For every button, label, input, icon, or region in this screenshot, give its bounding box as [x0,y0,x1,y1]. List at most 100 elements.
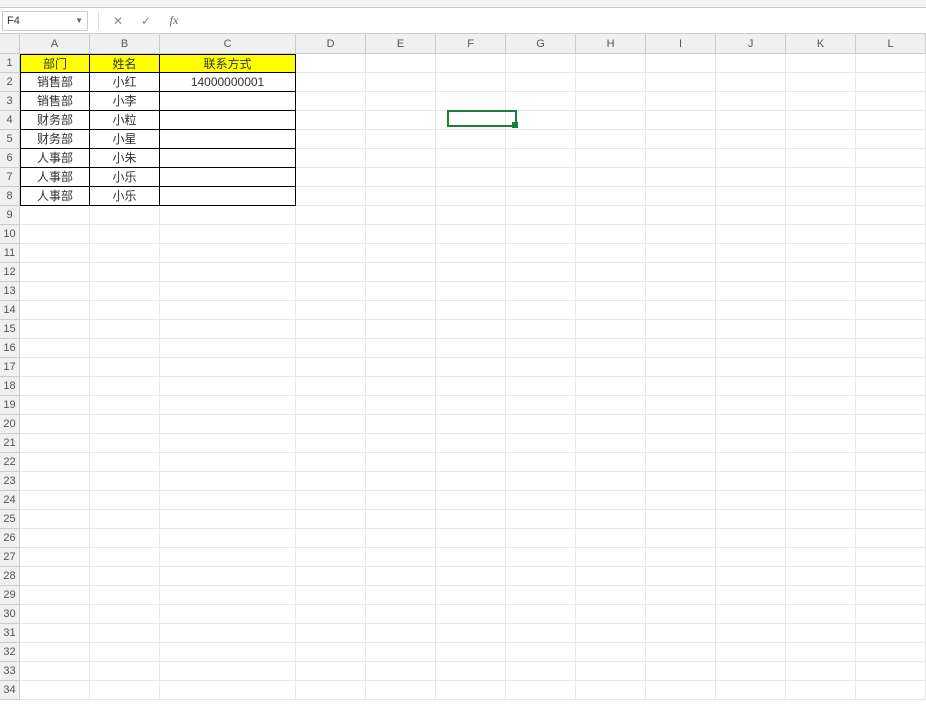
cell[interactable] [90,567,160,586]
cell[interactable] [716,548,786,567]
cell[interactable] [576,434,646,453]
cell[interactable] [856,567,926,586]
cell[interactable] [856,282,926,301]
cell[interactable] [436,548,506,567]
cell[interactable] [646,548,716,567]
row-header-26[interactable]: 26 [0,529,20,548]
cell[interactable] [296,92,366,111]
cell[interactable] [296,187,366,206]
cell[interactable] [856,168,926,187]
cell[interactable] [366,168,436,187]
cell[interactable] [366,54,436,73]
cell[interactable] [160,358,296,377]
cell[interactable] [506,206,576,225]
cell[interactable] [90,206,160,225]
cell[interactable] [786,624,856,643]
cell[interactable] [296,339,366,358]
cell[interactable] [366,491,436,510]
cell[interactable] [856,586,926,605]
cell[interactable] [20,681,90,700]
cell[interactable] [160,130,296,149]
cell[interactable]: 财务部 [20,111,90,130]
cell[interactable]: 小朱 [90,149,160,168]
cell[interactable] [576,510,646,529]
row-header-25[interactable]: 25 [0,510,20,529]
cell[interactable] [856,529,926,548]
cell[interactable] [856,453,926,472]
row-header-31[interactable]: 31 [0,624,20,643]
cell[interactable] [296,510,366,529]
cell[interactable] [296,244,366,263]
cell[interactable] [90,681,160,700]
cell[interactable] [296,73,366,92]
cell[interactable] [506,377,576,396]
cell[interactable] [856,434,926,453]
cell[interactable] [646,396,716,415]
cell[interactable] [366,586,436,605]
cell[interactable] [506,510,576,529]
cell[interactable] [436,662,506,681]
cell[interactable] [90,415,160,434]
cell[interactable] [296,472,366,491]
row-header-11[interactable]: 11 [0,244,20,263]
cell[interactable] [506,149,576,168]
cell[interactable] [856,662,926,681]
cell[interactable]: 人事部 [20,187,90,206]
cell[interactable] [646,453,716,472]
cell[interactable] [716,54,786,73]
cell[interactable] [160,377,296,396]
cell[interactable] [506,225,576,244]
cell[interactable] [366,548,436,567]
cell[interactable] [646,168,716,187]
cell[interactable] [366,130,436,149]
cell[interactable] [20,415,90,434]
cell[interactable] [20,282,90,301]
cell[interactable] [646,567,716,586]
cell[interactable] [506,529,576,548]
cell[interactable] [856,510,926,529]
cell[interactable] [506,605,576,624]
column-header-D[interactable]: D [296,34,366,54]
row-header-19[interactable]: 19 [0,396,20,415]
cell[interactable] [646,491,716,510]
cell[interactable] [20,263,90,282]
cell[interactable] [366,225,436,244]
cell[interactable] [20,529,90,548]
cell[interactable] [296,396,366,415]
cell[interactable] [576,73,646,92]
cell[interactable] [716,111,786,130]
cell[interactable] [506,92,576,111]
cell[interactable] [716,282,786,301]
cell[interactable] [576,320,646,339]
cell[interactable] [160,187,296,206]
cell[interactable] [716,453,786,472]
cell[interactable] [506,54,576,73]
cell[interactable] [786,453,856,472]
cell[interactable] [576,415,646,434]
cell[interactable] [20,643,90,662]
cell[interactable]: 财务部 [20,130,90,149]
cell[interactable] [646,206,716,225]
cell[interactable] [576,396,646,415]
column-header-I[interactable]: I [646,34,716,54]
cell[interactable] [646,73,716,92]
cell[interactable] [856,643,926,662]
cell[interactable] [576,681,646,700]
cell[interactable] [646,111,716,130]
cell[interactable] [366,111,436,130]
cell[interactable]: 人事部 [20,149,90,168]
cell[interactable] [366,377,436,396]
cell[interactable] [786,187,856,206]
cell[interactable] [436,339,506,358]
cell[interactable] [646,605,716,624]
cell[interactable] [160,472,296,491]
cell[interactable] [366,453,436,472]
cell[interactable] [716,415,786,434]
cell[interactable] [576,624,646,643]
row-header-12[interactable]: 12 [0,263,20,282]
cell[interactable] [296,586,366,605]
cell[interactable] [436,396,506,415]
cell[interactable] [366,510,436,529]
cell[interactable] [716,301,786,320]
cell[interactable] [786,510,856,529]
